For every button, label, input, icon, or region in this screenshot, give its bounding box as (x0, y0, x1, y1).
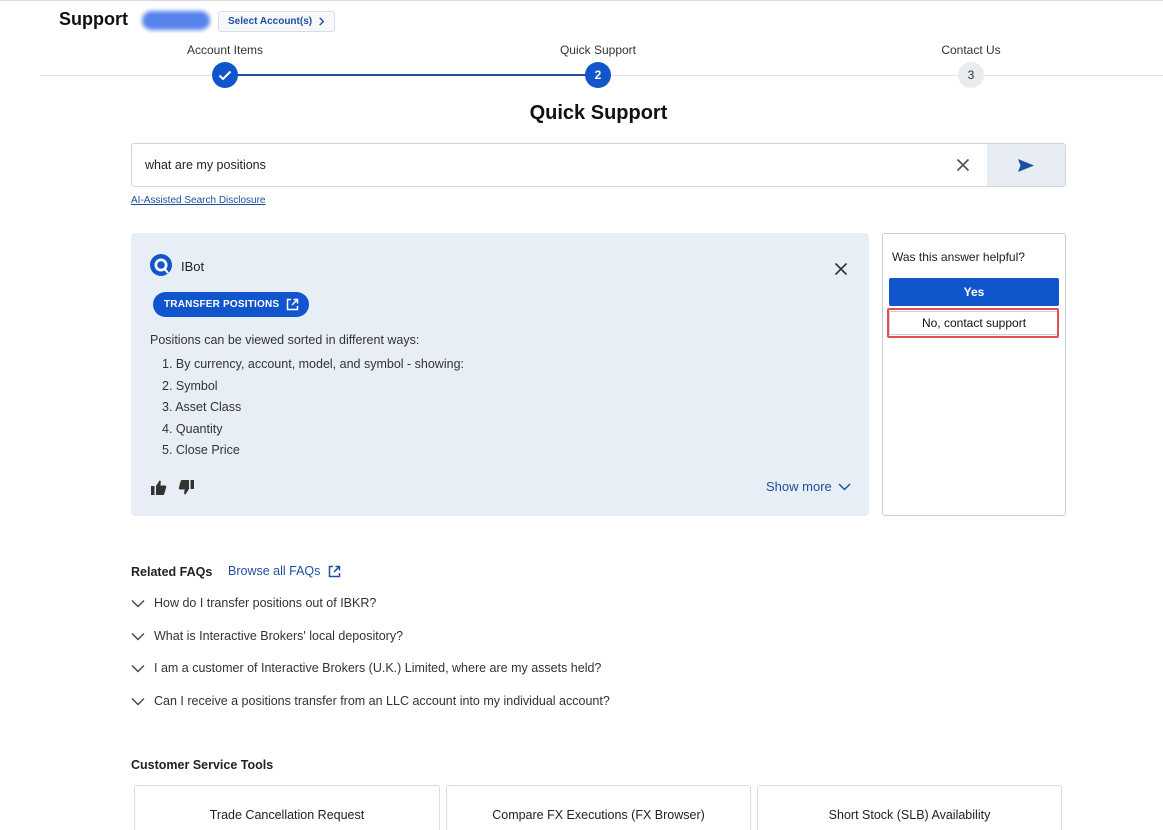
chevron-down-icon (131, 697, 145, 705)
contact-support-button[interactable]: No, contact support (889, 311, 1059, 335)
chevron-down-icon (131, 599, 145, 607)
submit-search-button[interactable] (987, 144, 1065, 186)
select-account-button[interactable]: Select Account(s) (218, 11, 336, 32)
list-item: 1. By currency, account, model, and symb… (162, 357, 464, 371)
ibot-icon (150, 254, 172, 276)
step-progress-line (225, 74, 598, 76)
search-box (131, 143, 1066, 187)
list-item: 5. Close Price (162, 443, 240, 458)
list-item: 2. Symbol (162, 378, 218, 393)
tool-card-fx-browser[interactable]: Compare FX Executions (FX Browser) (446, 785, 751, 830)
page-title: Quick Support (529, 102, 668, 124)
top-border (0, 0, 1163, 4)
tool-card-label: Trade Cancellation Request (209, 808, 365, 822)
transfer-positions-button[interactable]: TRANSFER POSITIONS (153, 292, 310, 317)
account-id-badge (142, 11, 210, 30)
feedback-card: Was this answer helpful? Yes No, contact… (882, 233, 1066, 516)
tool-card-trade-cancellation[interactable]: Trade Cancellation Request (134, 785, 440, 830)
faq-item[interactable]: Can I receive a positions transfer from … (131, 694, 610, 708)
faq-question: Can I receive a positions transfer from … (154, 694, 610, 708)
browse-all-faqs-label: Browse all FAQs (228, 564, 321, 578)
chevron-right-icon (319, 17, 325, 26)
ibot-answer-card: IBot TRANSFER POSITIONS Positions can be… (131, 233, 869, 516)
yes-helpful-button[interactable]: Yes (889, 278, 1059, 306)
close-icon (956, 158, 970, 172)
page-header-title: Support (59, 9, 128, 29)
tool-card-label: Compare FX Executions (FX Browser) (492, 808, 705, 822)
faq-question: How do I transfer positions out of IBKR? (154, 596, 377, 610)
feedback-question: Was this answer helpful? (892, 250, 1025, 264)
customer-service-tools-heading: Customer Service Tools (131, 758, 274, 772)
tool-card-label: Short Stock (SLB) Availability (828, 808, 991, 822)
step-3-upcoming[interactable]: 3 (958, 62, 984, 88)
answer-intro: Positions can be viewed sorted in differ… (150, 333, 420, 347)
tool-card-short-stock[interactable]: Short Stock (SLB) Availability (757, 785, 1062, 830)
list-item: 4. Quantity (162, 421, 223, 436)
step-2-current[interactable]: 2 (585, 62, 611, 88)
faq-item[interactable]: What is Interactive Brokers' local depos… (131, 629, 403, 643)
transfer-positions-label: TRANSFER POSITIONS (164, 299, 280, 310)
answer-list: 1. By currency, account, model, and symb… (162, 354, 464, 462)
faq-item[interactable]: How do I transfer positions out of IBKR? (131, 596, 376, 610)
send-icon (1018, 158, 1034, 172)
faq-question: I am a customer of Interactive Brokers (… (154, 661, 602, 675)
browse-all-faqs-link[interactable]: Browse all FAQs (228, 564, 341, 578)
thumbs-down-icon[interactable] (178, 479, 195, 496)
chevron-down-icon (838, 482, 851, 491)
search-input[interactable] (145, 144, 945, 186)
step-label-contact-us: Contact Us (941, 43, 1001, 57)
clear-search-button[interactable] (954, 156, 972, 174)
select-account-label: Select Account(s) (228, 16, 313, 27)
faq-item[interactable]: I am a customer of Interactive Brokers (… (131, 661, 601, 675)
step-label-account-items: Account Items (186, 43, 264, 57)
thumbs-up-icon[interactable] (150, 479, 167, 496)
close-icon (834, 262, 848, 276)
close-answer-button[interactable] (833, 261, 849, 277)
external-link-icon (329, 565, 341, 577)
checkmark-icon (218, 70, 232, 80)
show-more-label: Show more (766, 479, 832, 494)
show-more-button[interactable]: Show more (766, 479, 851, 494)
step-label-quick-support: Quick Support (559, 43, 637, 57)
list-item: 3. Asset Class (162, 400, 242, 415)
ai-search-disclosure-link[interactable]: AI-Assisted Search Disclosure (131, 195, 266, 206)
step-1-complete[interactable] (212, 62, 238, 88)
chevron-down-icon (131, 632, 145, 640)
faq-question: What is Interactive Brokers' local depos… (154, 629, 404, 643)
external-link-icon (287, 298, 299, 311)
bot-name: IBot (181, 259, 205, 274)
related-faqs-heading: Related FAQs (131, 565, 213, 579)
chevron-down-icon (131, 664, 145, 672)
